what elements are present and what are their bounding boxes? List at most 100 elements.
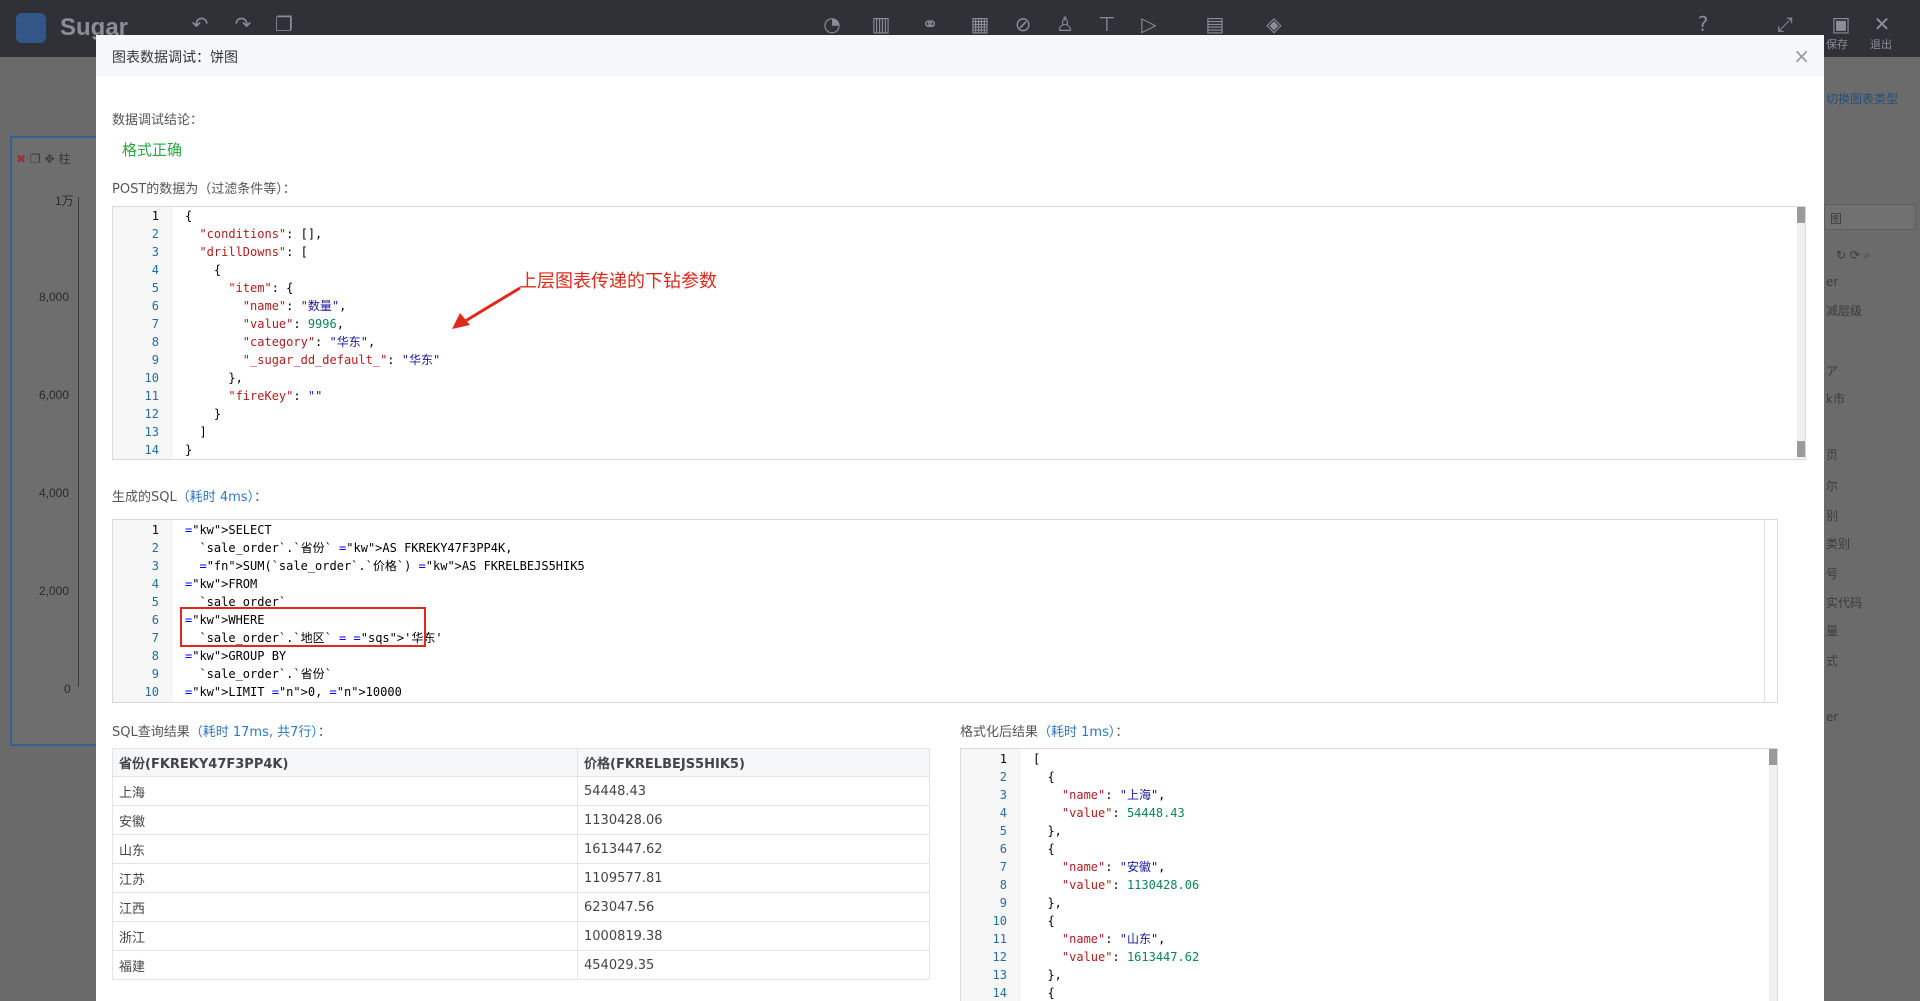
conclusion-status: 格式正确 (122, 141, 183, 159)
annotation-arrow-icon (452, 286, 521, 329)
media-icon[interactable]: ▷ (1137, 12, 1161, 36)
formatted-timing: （耗时 1ms） (1038, 725, 1116, 740)
background-chart-panel[interactable] (10, 136, 98, 746)
code-line[interactable]: 10 }, (113, 369, 1805, 387)
close-icon[interactable]: × (1793, 44, 1810, 68)
code-line[interactable]: 7 "value": 9996, (113, 315, 1805, 333)
code-line[interactable]: 2 `sale_order`.`省份` ="kw">AS FKREKY47F3P… (113, 539, 1777, 557)
drilldown-annotation: 上层图表传递的下钻参数 (519, 271, 717, 292)
result-label-text: SQL查询结果 (112, 725, 190, 740)
code-line[interactable]: 9 `sale_order`.`省份` (113, 665, 1777, 683)
copy-icon[interactable]: ❐ (272, 12, 296, 36)
y-tick: 8,000 (39, 290, 70, 304)
code-text: "category": "华东", (242, 335, 376, 349)
user-icon[interactable]: ♙ (1053, 12, 1077, 36)
code-line[interactable]: 13 }, (961, 966, 1777, 984)
code-line[interactable]: 4 "value": 54448.43 (961, 804, 1777, 822)
line-number: 13 (144, 425, 159, 439)
exit-icon[interactable]: ✕ (1870, 12, 1894, 36)
code-line[interactable]: 10 ="kw">LIMIT ="n">0, ="n">10000 (113, 683, 1777, 701)
code-line[interactable]: 10 { (961, 912, 1777, 930)
help-circle-icon[interactable]: ⊘ (1011, 12, 1035, 36)
refresh-icon[interactable]: ↻ ⟳ ⌕ (1836, 248, 1870, 263)
code-text: "value": 1130428.06 (1061, 878, 1200, 892)
exit-label[interactable]: 退出 (1870, 36, 1892, 52)
column-header-province[interactable]: 省份(FKREKY47F3PP4K) (112, 748, 578, 777)
table-row: 江西 623047.56 (112, 892, 930, 922)
code-text: "value": 1613447.62 (1061, 950, 1200, 964)
code-line[interactable]: 9 }, (961, 894, 1777, 912)
table-row: 福建 454029.35 (112, 950, 930, 980)
code-text: ="fn">SUM(`sale_order`.`价格`) ="kw">AS FK… (199, 559, 585, 573)
table-cell: 1613447.62 (577, 834, 930, 864)
move-icon[interactable]: ✥ (44, 152, 54, 166)
code-line[interactable]: 5 }, (961, 822, 1777, 840)
code-line[interactable]: 2 { (961, 768, 1777, 786)
switch-chart-type-link[interactable]: 切换图表类型 (1826, 90, 1898, 107)
code-line[interactable]: 4 { (113, 261, 1805, 279)
code-line[interactable]: 3 "drillDowns": [ (113, 243, 1805, 261)
dialog-header: 图表数据调试：饼图 × (96, 35, 1824, 77)
network-icon[interactable]: ⚭ (918, 12, 942, 36)
table-cell: 1109577.81 (577, 863, 930, 893)
bar-chart-icon[interactable]: ▥ (869, 12, 893, 36)
code-line[interactable]: 8 "category": "华东", (113, 333, 1805, 351)
fullscreen-icon[interactable]: ⤢ (1773, 12, 1797, 36)
code-line[interactable]: 8 ="kw">GROUP BY (113, 647, 1777, 665)
post-data-editor[interactable]: 1{2 "conditions": [], 3 "drillDowns": [4 … (112, 206, 1806, 460)
code-line[interactable]: 1{ (113, 207, 1805, 225)
sql-timing: （耗时 4ms） (176, 490, 255, 505)
code-text: }, (185, 371, 243, 385)
code-line[interactable]: 12 "value": 1613447.62 (961, 948, 1777, 966)
help-icon[interactable]: ? (1691, 12, 1715, 36)
code-line[interactable]: 2 "conditions": [], (113, 225, 1805, 243)
code-line[interactable]: 14 { (961, 984, 1777, 1001)
delete-icon[interactable]: ✖ (16, 152, 26, 166)
code-line[interactable]: 1[ (961, 750, 1777, 768)
code-text: ="kw">SELECT (185, 523, 272, 537)
code-line[interactable]: 13 ] (113, 423, 1805, 441)
text-box-icon[interactable]: ⊤ (1095, 12, 1119, 36)
settings-icon[interactable]: ◈ (1262, 12, 1286, 36)
code-line[interactable]: 11 "name": "山东", (961, 930, 1777, 948)
code-line[interactable]: 3 "name": "上海", (961, 786, 1777, 804)
save-icon[interactable]: ▣ (1829, 12, 1853, 36)
undo-icon[interactable]: ↶ (188, 12, 212, 36)
calendar-icon[interactable]: ▤ (1203, 12, 1227, 36)
y-tick: 4,000 (39, 486, 70, 500)
line-number: 11 (144, 389, 159, 403)
table-icon[interactable]: ▦ (968, 12, 992, 36)
line-number: 8 (151, 649, 159, 663)
line-number: 1 (151, 209, 159, 223)
duplicate-icon[interactable]: ❐ (30, 152, 41, 166)
code-line[interactable]: 9 "_sugar_dd_default_": "华东" (113, 351, 1805, 369)
table-cell: 山东 (112, 834, 578, 864)
y-tick: 6,000 (39, 388, 70, 402)
code-line[interactable]: 4 ="kw">FROM (113, 575, 1777, 593)
column-header-price[interactable]: 价格(FKRELBEJS5HIK5) (577, 748, 930, 777)
code-line[interactable]: 6 "name": "数量", (113, 297, 1805, 315)
gauge-icon[interactable]: ◔ (820, 12, 844, 36)
line-number: 6 (999, 842, 1007, 856)
code-text: "item": { (228, 281, 294, 295)
code-line[interactable]: 11 "fireKey": "" (113, 387, 1805, 405)
redo-icon[interactable]: ↷ (231, 12, 255, 36)
chart-data-debug-dialog: 图表数据调试：饼图 × 数据调试结论： 格式正确 POST的数据为（过滤条件等）… (96, 35, 1824, 1001)
code-line[interactable]: 5 "item": { (113, 279, 1805, 297)
code-text: "_sugar_dd_default_": "华东" (242, 353, 441, 367)
y-tick: 0 (64, 682, 71, 696)
code-line[interactable]: 3 ="fn">SUM(`sale_order`.`价格`) ="kw">AS … (113, 557, 1777, 575)
save-label[interactable]: 保存 (1826, 36, 1848, 52)
code-line[interactable]: 8 "value": 1130428.06 (961, 876, 1777, 894)
code-line[interactable]: 7 "name": "安徽", (961, 858, 1777, 876)
table-cell: 54448.43 (577, 776, 930, 806)
code-line[interactable]: 14} (113, 441, 1805, 459)
where-clause-highlight (180, 607, 426, 647)
code-line[interactable]: 1 ="kw">SELECT (113, 521, 1777, 539)
line-number: 7 (151, 317, 159, 331)
line-number: 5 (151, 281, 159, 295)
formatted-result-editor[interactable]: 1[2 {3 "name": "上海", 4 "value": 54448.43 5… (960, 748, 1778, 1001)
code-line[interactable]: 12 } (113, 405, 1805, 423)
code-line[interactable]: 6 { (961, 840, 1777, 858)
sidebar-fragment: 类别 (1826, 537, 1851, 551)
